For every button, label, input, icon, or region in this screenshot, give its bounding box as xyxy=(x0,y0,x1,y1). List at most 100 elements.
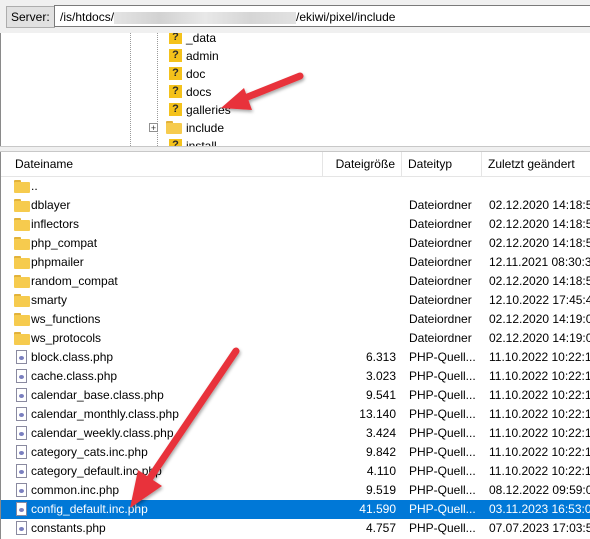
php-file-icon xyxy=(16,388,27,402)
folder-icon xyxy=(14,275,30,288)
file-row[interactable]: smarty Dateiordner 12.10.2022 17:45:42 xyxy=(1,291,590,310)
file-size: 9.519 xyxy=(365,483,396,497)
file-type: Dateiordner xyxy=(409,312,472,326)
column-header-filetype[interactable]: Dateityp xyxy=(402,152,482,176)
folder-icon xyxy=(14,313,30,326)
file-size xyxy=(323,310,396,329)
file-type: Dateiordner xyxy=(409,198,472,212)
file-type: PHP-Quell... xyxy=(409,388,476,402)
file-name: ws_functions xyxy=(31,312,101,326)
file-list-header: Dateiname Dateigröße Dateityp Zuletzt ge… xyxy=(1,152,590,177)
file-type: PHP-Quell... xyxy=(409,464,476,478)
unknown-folder-icon: ? xyxy=(166,67,182,80)
file-row[interactable]: calendar_monthly.class.php 13.140 PHP-Quel… xyxy=(1,405,590,424)
expand-toggle-icon[interactable]: + xyxy=(149,123,158,133)
file-type: PHP-Quell... xyxy=(409,445,476,459)
column-header-filename[interactable]: Dateiname xyxy=(9,152,323,176)
file-name: ws_protocols xyxy=(31,331,102,345)
file-modified: 02.12.2020 14:18:58 xyxy=(489,274,590,288)
file-size: 4.757 xyxy=(365,521,396,535)
server-path-input[interactable]: /is/htdocs/ /ekiwi/pixel/include xyxy=(54,5,590,27)
file-row[interactable]: random_compat Dateiordner 02.12.2020 14:18… xyxy=(1,272,590,291)
file-row[interactable]: phpmailer Dateiordner 12.11.2021 08:30:34 xyxy=(1,253,590,272)
file-name: phpmailer xyxy=(31,255,84,269)
folder-icon xyxy=(14,294,30,307)
file-type: PHP-Quell... xyxy=(409,483,476,497)
folder-icon xyxy=(14,256,30,269)
unknown-folder-icon: ? xyxy=(166,49,182,62)
file-row[interactable]: inflectors Dateiordner 02.12.2020 14:18:52 xyxy=(1,215,590,234)
file-size xyxy=(323,215,396,234)
server-path-label: Server: xyxy=(6,6,55,28)
file-row[interactable]: common.inc.php 9.519 PHP-Quell... 08.12.202… xyxy=(1,481,590,500)
file-row[interactable]: config_default.inc.php 41.590 PHP-Quell...… xyxy=(1,500,590,519)
file-modified: 11.10.2022 10:22:16 xyxy=(489,407,590,421)
file-size xyxy=(323,272,396,291)
file-type: Dateiordner xyxy=(409,293,472,307)
file-row[interactable]: calendar_weekly.class.php 3.424 PHP-Quell.… xyxy=(1,424,590,443)
file-name: inflectors xyxy=(31,217,80,231)
unknown-folder-icon: ? xyxy=(166,85,182,98)
tree-item-label: doc xyxy=(186,67,206,81)
folder-icon xyxy=(166,121,182,134)
file-modified: 07.07.2023 17:03:56 xyxy=(489,521,590,535)
folder-icon xyxy=(14,199,30,212)
file-size xyxy=(323,329,396,348)
php-file-icon xyxy=(16,426,27,440)
file-modified: 02.12.2020 14:19:05 xyxy=(489,312,590,326)
php-file-icon xyxy=(16,350,27,364)
file-row[interactable]: .. xyxy=(1,177,590,196)
file-type: PHP-Quell... xyxy=(409,521,476,535)
file-name: random_compat xyxy=(31,274,118,288)
file-row[interactable]: calendar_base.class.php 9.541 PHP-Quell...… xyxy=(1,386,590,405)
php-file-icon xyxy=(16,407,27,421)
php-file-icon xyxy=(16,483,27,497)
file-modified: 11.10.2022 10:22:16 xyxy=(489,426,590,440)
file-name: config_default.inc.php xyxy=(31,502,148,516)
file-row[interactable]: block.class.php 6.313 PHP-Quell... 11.10.20… xyxy=(1,348,590,367)
file-row[interactable]: category_default.inc.php 4.110 PHP-Quell..… xyxy=(1,462,590,481)
file-name: smarty xyxy=(31,293,67,307)
file-modified: 08.12.2022 09:59:00 xyxy=(489,483,590,497)
file-size: 3.023 xyxy=(365,369,396,383)
file-size xyxy=(323,291,396,310)
file-row[interactable]: cache.class.php 3.023 PHP-Quell... 11.10.20… xyxy=(1,367,590,386)
column-header-modified[interactable]: Zuletzt geändert xyxy=(482,152,590,176)
file-size xyxy=(323,253,396,272)
tree-item-label: docs xyxy=(186,85,212,99)
file-modified: 11.10.2022 10:22:16 xyxy=(489,369,590,383)
file-name: dblayer xyxy=(31,198,71,212)
file-row[interactable]: category_cats.inc.php 9.842 PHP-Quell... 11… xyxy=(1,443,590,462)
file-row[interactable]: php_compat Dateiordner 02.12.2020 14:18:55 xyxy=(1,234,590,253)
file-name: common.inc.php xyxy=(31,483,120,497)
tree-item-label: galleries xyxy=(186,103,231,117)
file-modified: 02.12.2020 14:18:52 xyxy=(489,217,590,231)
file-size: 4.110 xyxy=(366,464,396,478)
file-row[interactable]: dblayer Dateiordner 02.12.2020 14:18:52 xyxy=(1,196,590,215)
file-modified xyxy=(489,177,590,196)
file-modified: 12.11.2021 08:30:34 xyxy=(489,255,590,269)
column-header-filesize[interactable]: Dateigröße xyxy=(323,152,402,176)
file-modified: 02.12.2020 14:19:07 xyxy=(489,331,590,345)
folder-icon xyxy=(14,218,30,231)
path-bar: Server: /is/htdocs/ /ekiwi/pixel/include xyxy=(0,0,590,33)
tree-item-label: _data xyxy=(186,33,217,45)
path-start: /is/htdocs/ xyxy=(60,10,115,24)
file-row[interactable]: ws_functions Dateiordner 02.12.2020 14:19:… xyxy=(1,310,590,329)
file-modified: 02.12.2020 14:18:52 xyxy=(489,198,590,212)
file-type: Dateiordner xyxy=(409,331,472,345)
file-size: 41.590 xyxy=(359,502,396,516)
file-modified: 02.12.2020 14:18:55 xyxy=(489,236,590,250)
directory-tree[interactable]: ? _data? admin? doc? docs? galleries + include?… xyxy=(0,33,590,146)
file-name: block.class.php xyxy=(31,350,114,364)
file-row[interactable]: constants.php 4.757 PHP-Quell... 07.07.2023… xyxy=(1,519,590,538)
file-list[interactable]: Dateiname Dateigröße Dateityp Zuletzt ge… xyxy=(0,152,590,539)
file-type: Dateiordner xyxy=(409,255,472,269)
file-name: category_cats.inc.php xyxy=(31,445,148,459)
file-row[interactable]: ws_protocols Dateiordner 02.12.2020 14:19:… xyxy=(1,329,590,348)
file-modified: 03.11.2023 16:53:08 xyxy=(489,502,590,516)
file-type xyxy=(409,177,481,196)
file-size: 9.541 xyxy=(365,388,396,402)
php-file-icon xyxy=(16,445,27,459)
file-size xyxy=(323,196,396,215)
